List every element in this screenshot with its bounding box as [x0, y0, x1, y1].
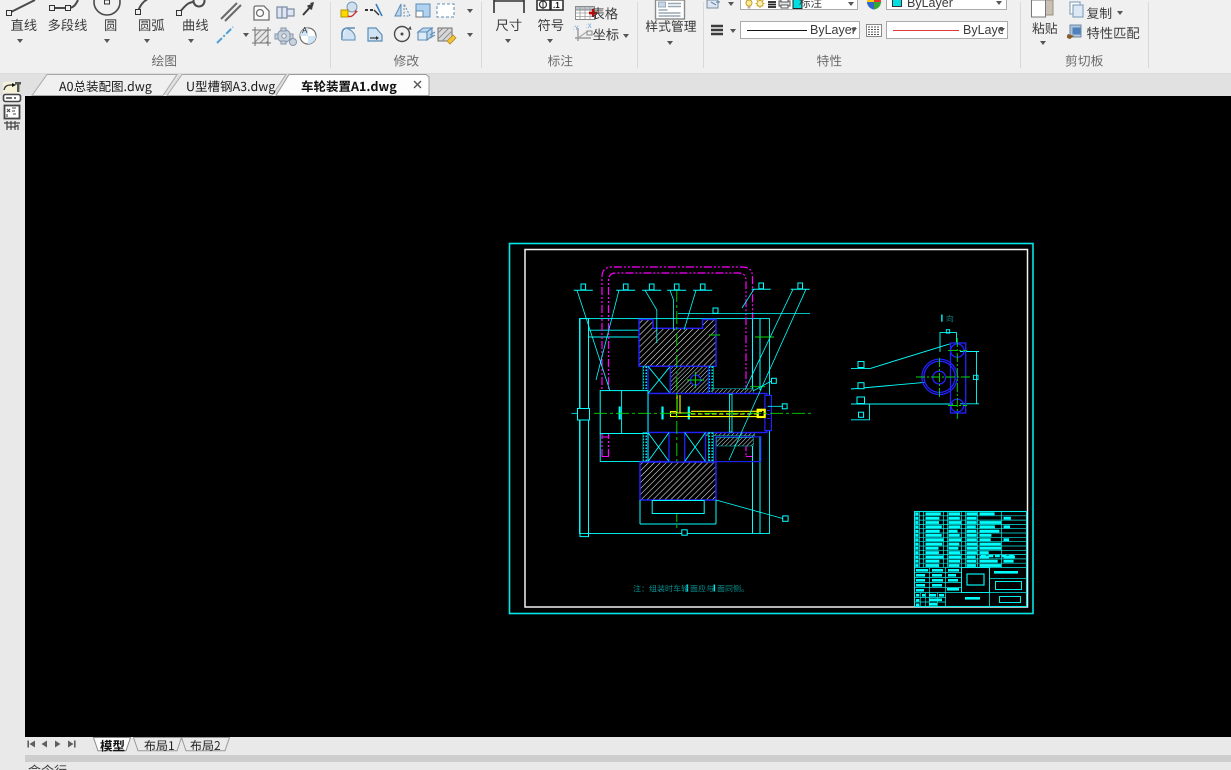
svg-text:A: A [302, 26, 308, 35]
svg-text::X: :X [586, 24, 592, 30]
svg-text:.1: .1 [553, 1, 560, 10]
svg-text::Y: :Y [573, 26, 579, 32]
